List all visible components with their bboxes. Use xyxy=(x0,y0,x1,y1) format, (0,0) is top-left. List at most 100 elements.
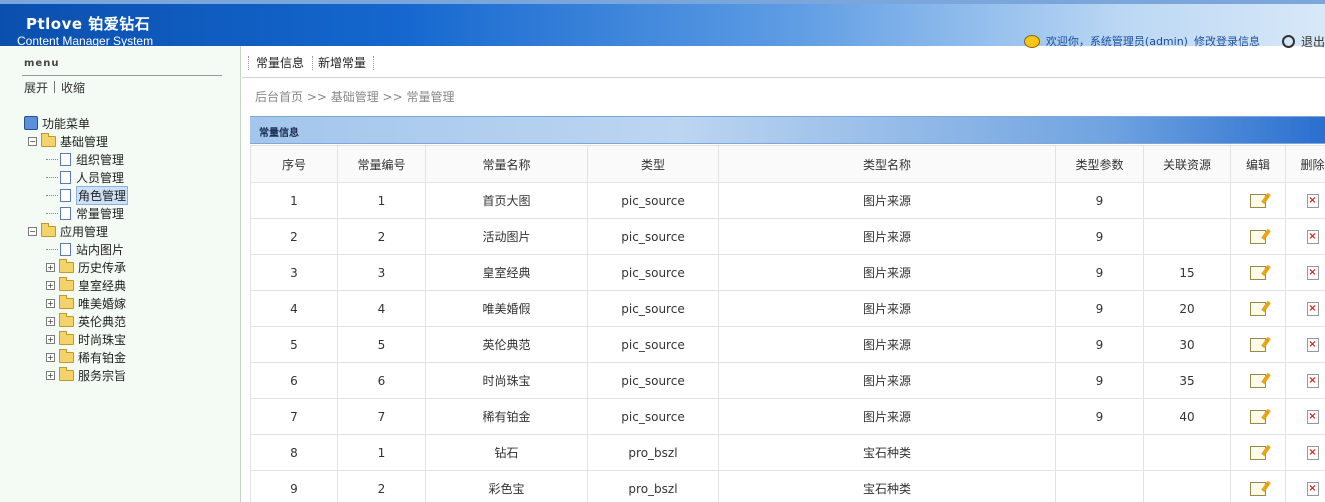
tab-separator xyxy=(248,56,249,70)
collapse-toggle-icon[interactable]: − xyxy=(28,136,37,146)
table-cell: pro_bszl xyxy=(587,434,719,471)
edit-icon[interactable] xyxy=(1250,193,1266,208)
tree-item-service[interactable]: + 服务宗旨 xyxy=(46,366,126,384)
folder-icon xyxy=(59,258,74,273)
table-cell: 7 xyxy=(337,398,426,435)
tree-item-staff[interactable]: 人员管理 xyxy=(46,168,124,186)
collapse-link[interactable]: 收缩 xyxy=(61,79,85,96)
delete-cell: × xyxy=(1285,254,1325,291)
tree-item-history[interactable]: + 历史传承 xyxy=(46,258,126,276)
menu-label: menu xyxy=(24,58,60,69)
column-header: 编辑 xyxy=(1230,145,1286,183)
edit-icon[interactable] xyxy=(1250,229,1266,244)
expand-toggle-icon[interactable]: + xyxy=(46,370,55,380)
delete-icon[interactable]: × xyxy=(1306,445,1319,460)
tab-add-constant[interactable]: 新增常量 xyxy=(318,54,366,71)
edit-icon[interactable] xyxy=(1250,337,1266,352)
expand-link[interactable]: 展开 xyxy=(24,79,48,96)
delete-icon[interactable]: × xyxy=(1306,301,1319,316)
edit-icon[interactable] xyxy=(1250,445,1266,460)
tree-root[interactable]: 功能菜单 xyxy=(24,114,90,132)
column-header: 常量编号 xyxy=(337,145,426,183)
column-header: 类型 xyxy=(587,145,719,183)
sidebar: menu 展开 收缩 功能菜单 − 基础管理 组织管理 人员管理 角色管理 常量… xyxy=(0,46,241,502)
table-header-row: 序号 常量编号 常量名称 类型 类型名称 类型参数 关联资源 编辑 删除 xyxy=(250,145,1325,183)
table-cell xyxy=(1143,218,1231,255)
table-cell: 30 xyxy=(1143,326,1231,363)
edit-icon[interactable] xyxy=(1250,409,1266,424)
table-row: 6 6 时尚珠宝 pic_source 图片来源 9 35 × xyxy=(250,362,1325,399)
table-cell: 英伦典范 xyxy=(425,326,588,363)
table-cell: 8 xyxy=(250,434,338,471)
delete-icon[interactable]: × xyxy=(1306,265,1319,280)
table-row: 2 2 活动图片 pic_source 图片来源 9 × xyxy=(250,218,1325,255)
tree-item-org[interactable]: 组织管理 xyxy=(46,150,124,168)
edit-icon[interactable] xyxy=(1250,265,1266,280)
computer-icon xyxy=(24,116,38,130)
tree-item-royal[interactable]: + 皇室经典 xyxy=(46,276,126,294)
folder-icon xyxy=(41,222,56,237)
tree-item-british[interactable]: + 英伦典范 xyxy=(46,312,126,330)
expand-toggle-icon[interactable]: + xyxy=(46,334,55,344)
page-icon xyxy=(60,206,71,220)
table-cell xyxy=(1143,470,1231,502)
delete-icon[interactable]: × xyxy=(1306,337,1319,352)
panel-header: 常量信息 xyxy=(250,116,1325,144)
column-header: 类型参数 xyxy=(1055,145,1144,183)
edit-cell xyxy=(1230,290,1286,327)
edit-icon[interactable] xyxy=(1250,301,1266,316)
table-cell: pic_source xyxy=(587,398,719,435)
edit-icon[interactable] xyxy=(1250,373,1266,388)
tree-group-app[interactable]: − 应用管理 xyxy=(28,222,108,240)
tree-item-site-images[interactable]: 站内图片 xyxy=(46,240,124,258)
tab-constant-info[interactable]: 常量信息 xyxy=(256,54,304,71)
folder-icon xyxy=(59,330,74,345)
table-cell: 时尚珠宝 xyxy=(425,362,588,399)
table-cell: 9 xyxy=(1055,290,1144,327)
folder-icon xyxy=(59,294,74,309)
tree-item-jewelry[interactable]: + 时尚珠宝 xyxy=(46,330,126,348)
expand-toggle-icon[interactable]: + xyxy=(46,262,55,272)
table-cell: pro_bszl xyxy=(587,470,719,502)
table-cell: 2 xyxy=(250,218,338,255)
delete-cell: × xyxy=(1285,218,1325,255)
delete-icon[interactable]: × xyxy=(1306,409,1319,424)
expand-toggle-icon[interactable]: + xyxy=(46,352,55,362)
edit-cell xyxy=(1230,254,1286,291)
expand-toggle-icon[interactable]: + xyxy=(46,280,55,290)
table-row: 3 3 皇室经典 pic_source 图片来源 9 15 × xyxy=(250,254,1325,291)
delete-icon[interactable]: × xyxy=(1306,193,1319,208)
table-cell: 20 xyxy=(1143,290,1231,327)
table-cell: 图片来源 xyxy=(718,290,1056,327)
page-icon xyxy=(60,188,71,202)
table-cell xyxy=(1143,182,1231,219)
edit-cell xyxy=(1230,470,1286,502)
delete-cell: × xyxy=(1285,362,1325,399)
tree-item-roles[interactable]: 角色管理 xyxy=(46,185,129,205)
tree-item-platinum[interactable]: + 稀有铂金 xyxy=(46,348,126,366)
table-cell: 1 xyxy=(250,182,338,219)
column-header: 关联资源 xyxy=(1143,145,1231,183)
table-cell: pic_source xyxy=(587,182,719,219)
expand-toggle-icon[interactable]: + xyxy=(46,298,55,308)
tree-item-wedding[interactable]: + 唯美婚嫁 xyxy=(46,294,126,312)
page-icon xyxy=(60,170,71,184)
tree-group-basic[interactable]: − 基础管理 xyxy=(28,132,108,150)
expand-toggle-icon[interactable]: + xyxy=(46,316,55,326)
table-cell: 9 xyxy=(1055,398,1144,435)
edit-icon[interactable] xyxy=(1250,481,1266,496)
table-cell: 2 xyxy=(337,218,426,255)
table-cell xyxy=(1055,470,1144,502)
delete-cell: × xyxy=(1285,470,1325,502)
constants-table: 序号 常量编号 常量名称 类型 类型名称 类型参数 关联资源 编辑 删除 11首… xyxy=(250,145,1325,502)
collapse-toggle-icon[interactable]: − xyxy=(28,226,37,236)
delete-icon[interactable]: × xyxy=(1306,373,1319,388)
delete-icon[interactable]: × xyxy=(1306,229,1319,244)
delete-cell: × xyxy=(1285,398,1325,435)
delete-icon[interactable]: × xyxy=(1306,481,1319,496)
table-cell: 9 xyxy=(250,470,338,502)
tree-item-constants[interactable]: 常量管理 xyxy=(46,204,124,222)
menu-separator xyxy=(54,81,55,93)
table-cell: 钻石 xyxy=(425,434,588,471)
delete-cell: × xyxy=(1285,182,1325,219)
